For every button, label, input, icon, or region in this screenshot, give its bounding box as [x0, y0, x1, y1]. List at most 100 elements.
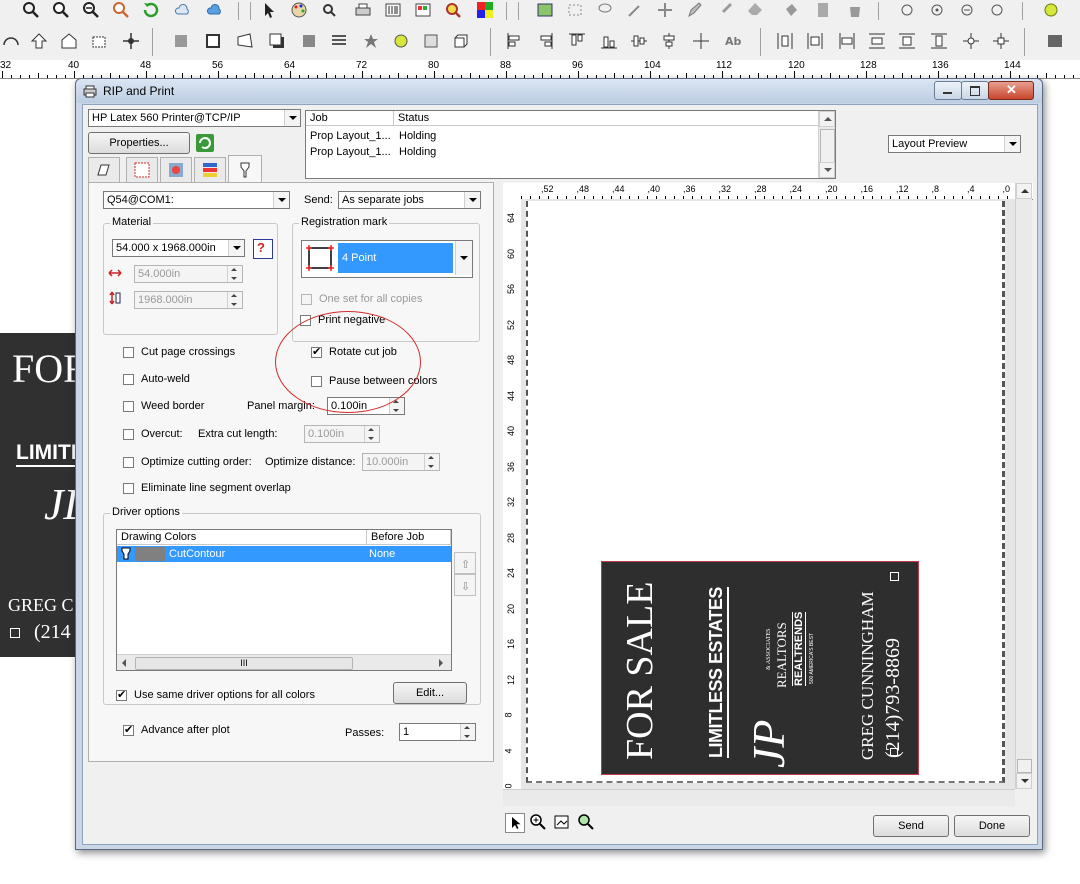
image-icon[interactable]	[536, 1, 554, 19]
node-icon[interactable]	[898, 1, 916, 19]
tab-cut[interactable]	[228, 155, 262, 183]
job-scroll-thumb[interactable]	[820, 129, 835, 163]
preview-pointer-icon[interactable]	[505, 813, 525, 833]
color-search-icon[interactable]	[444, 1, 462, 19]
printer-select[interactable]: HP Latex 560 Printer@TCP/IP	[88, 109, 301, 127]
bevel-icon[interactable]	[422, 32, 440, 50]
send-button[interactable]: Send	[873, 815, 949, 837]
scroll-up-icon[interactable]	[819, 111, 835, 127]
send-select[interactable]: As separate jobs	[338, 191, 481, 209]
extra-cut-length-field[interactable]: 0.100in	[304, 425, 380, 443]
light-icon[interactable]	[392, 32, 410, 50]
distribute-h2-icon[interactable]	[806, 32, 824, 50]
registration-dropdown-arrow[interactable]	[455, 241, 472, 275]
color-grid-icon[interactable]	[476, 1, 494, 19]
refresh-icon[interactable]	[142, 1, 160, 19]
tab-color[interactable]	[160, 157, 192, 182]
scroll-thumb[interactable]: III	[135, 657, 353, 670]
job-queue-list[interactable]: Job Status Prop Layout_1... Holding Prop…	[305, 110, 836, 179]
align-left-icon[interactable]	[506, 32, 524, 50]
select-rectangle-icon[interactable]	[566, 1, 584, 19]
status-header[interactable]: Status	[394, 111, 819, 126]
port-select[interactable]: Q54@COM1:	[103, 191, 290, 209]
passes-field[interactable]: 1	[399, 723, 476, 741]
job-name-1[interactable]: Prop Layout_1...	[310, 146, 391, 159]
preview-scroll-down-icon[interactable]	[1016, 773, 1032, 789]
zoom-selection-icon[interactable]	[112, 1, 130, 19]
preview-zoom-in-icon[interactable]	[529, 813, 547, 831]
job-name-0[interactable]: Prop Layout_1...	[310, 130, 391, 143]
preview-mode-select[interactable]: Layout Preview	[888, 135, 1021, 153]
space-h-icon[interactable]	[962, 32, 980, 50]
table-row[interactable]: CutContour None	[117, 546, 451, 562]
preview-scroll-up-icon[interactable]	[1016, 183, 1032, 199]
distribute-v2-icon[interactable]	[898, 32, 916, 50]
shadow-icon[interactable]	[268, 32, 286, 50]
bucket-icon[interactable]	[846, 1, 864, 19]
shape-edit-icon[interactable]	[90, 32, 108, 50]
preview-vscrollbar[interactable]	[1015, 183, 1032, 789]
space-v-icon[interactable]	[992, 32, 1010, 50]
find-icon[interactable]	[320, 1, 338, 19]
brush-icon[interactable]	[716, 1, 734, 19]
window-title-bar[interactable]: RIP and Print ✕	[76, 79, 1042, 103]
distribute-v3-icon[interactable]	[930, 32, 948, 50]
material-size-select[interactable]: 54.000 x 1968.000in	[112, 239, 245, 257]
crosshair-icon[interactable]	[122, 32, 140, 50]
node-add-icon[interactable]	[928, 1, 946, 19]
align-top-icon[interactable]	[568, 32, 586, 50]
advance-after-plot-checkbox[interactable]	[123, 723, 134, 736]
arc-icon[interactable]	[2, 32, 20, 50]
node-break-icon[interactable]	[988, 1, 1006, 19]
preview-canvas[interactable]: FOR SALE LIMITLESS ESTATES JP & ASSOCIAT…	[521, 199, 1015, 789]
palette-icon[interactable]	[290, 1, 308, 19]
scroll-left-icon[interactable]	[122, 659, 126, 667]
cloud-download-icon[interactable]	[174, 1, 192, 19]
minimize-button[interactable]	[934, 81, 962, 100]
preview-fit-page-icon[interactable]	[553, 813, 571, 831]
scroll-right-icon[interactable]	[439, 659, 443, 667]
weed-border-checkbox[interactable]	[123, 401, 134, 412]
tab-layout[interactable]	[126, 157, 158, 182]
eraser-icon[interactable]	[746, 1, 764, 19]
magic-wand-icon[interactable]	[626, 1, 644, 19]
house-shape-icon[interactable]	[60, 32, 78, 50]
barcode-icon[interactable]	[384, 1, 402, 19]
preview-vscroll-thumb[interactable]	[1017, 759, 1032, 773]
extrude-icon[interactable]	[452, 32, 470, 50]
zoom-out-icon[interactable]	[82, 1, 100, 19]
material-width-field[interactable]: 54.000in	[134, 265, 243, 283]
zoom-in-icon[interactable]	[22, 1, 40, 19]
pointer-icon[interactable]	[260, 1, 278, 19]
material-help-icon[interactable]: ?	[253, 239, 273, 259]
stamp-icon[interactable]	[814, 1, 832, 19]
maximize-button[interactable]	[961, 81, 989, 100]
distribute-h-icon[interactable]	[776, 32, 794, 50]
lasso-icon[interactable]	[596, 1, 614, 19]
zoom-icon[interactable]	[52, 1, 70, 19]
material-length-field[interactable]: 1968.000in	[134, 291, 243, 309]
frame-icon[interactable]	[204, 32, 222, 50]
list-hscrollbar[interactable]: III	[117, 654, 451, 670]
color-chart-icon[interactable]	[414, 1, 432, 19]
before-job-header[interactable]: Before Job	[367, 530, 451, 545]
edit-button[interactable]: Edit...	[393, 682, 467, 704]
shadow-shape-icon[interactable]	[172, 32, 190, 50]
align-middle-icon[interactable]	[692, 32, 710, 50]
cloud-upload-icon[interactable]	[206, 1, 224, 19]
close-button[interactable]: ✕	[988, 81, 1034, 100]
preview-zoom-fit-icon[interactable]	[577, 813, 595, 831]
printer-icon[interactable]	[354, 1, 372, 19]
distribute-h3-icon[interactable]	[838, 32, 856, 50]
same-driver-options-checkbox[interactable]	[116, 688, 127, 701]
move-icon[interactable]	[656, 1, 674, 19]
preview-hscrollbar[interactable]	[503, 789, 1015, 806]
group-icon[interactable]	[1046, 32, 1064, 50]
node-remove-icon[interactable]	[958, 1, 976, 19]
optimize-cutting-checkbox[interactable]	[123, 457, 134, 468]
outline-icon[interactable]	[300, 32, 318, 50]
done-button[interactable]: Done	[954, 815, 1030, 837]
overcut-checkbox[interactable]	[123, 429, 134, 440]
distribute-v-icon[interactable]	[868, 32, 886, 50]
arrow-up-icon[interactable]	[30, 32, 48, 50]
